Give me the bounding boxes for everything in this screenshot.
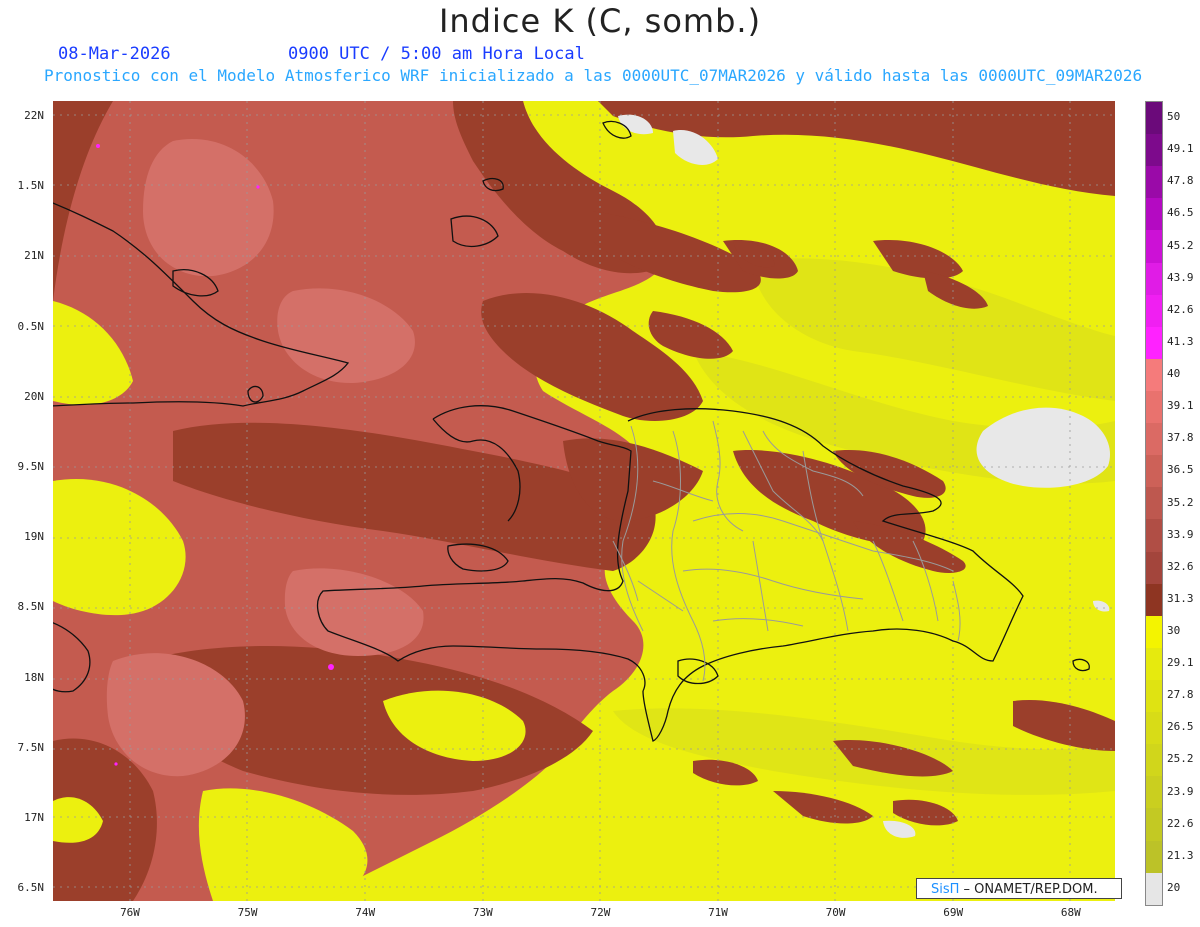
lon-label: 68W xyxy=(1060,906,1081,919)
colorbar-label: 43.9 xyxy=(1167,270,1194,284)
lon-label: 70W xyxy=(825,906,846,919)
lat-label: 19N xyxy=(24,530,44,544)
colorbar-label: 20 xyxy=(1167,880,1181,894)
model-description: Pronostico con el Modelo Atmosferico WRF… xyxy=(44,66,1143,85)
lat-label: 6.5N xyxy=(17,881,45,895)
colorbar-label: 46.5 xyxy=(1167,206,1194,220)
colorbar-label: 37.8 xyxy=(1167,431,1194,445)
colorbar-swatch xyxy=(1146,776,1162,809)
colorbar-swatch xyxy=(1146,134,1162,167)
colorbar-swatch xyxy=(1146,712,1162,745)
lon-label: 76W xyxy=(120,906,140,919)
lat-label: 21N xyxy=(24,249,44,263)
colorbar-swatch xyxy=(1146,102,1162,135)
lon-label: 74W xyxy=(355,906,376,919)
lon-label: 73W xyxy=(472,906,493,919)
colorbar-swatch xyxy=(1146,840,1162,873)
colorbar-swatch xyxy=(1146,326,1162,359)
colorbar-label: 41.3 xyxy=(1167,334,1194,348)
colorbar-swatch xyxy=(1146,198,1162,231)
forecast-time: 0900 UTC / 5:00 am Hora Local xyxy=(288,44,585,64)
colorbar-label: 31.3 xyxy=(1167,591,1194,605)
colorbar-swatch xyxy=(1146,487,1162,520)
lon-label: 69W xyxy=(943,906,964,919)
colorbar-swatch xyxy=(1146,615,1162,648)
colorbar-label: 49.1 xyxy=(1167,142,1194,156)
credit-org: – ONAMET/REP.DOM. xyxy=(959,882,1098,897)
colorbar-label: 29.1 xyxy=(1167,656,1194,670)
colorbar-label: 39.1 xyxy=(1167,399,1194,413)
colorbar-label: 47.8 xyxy=(1167,174,1194,188)
forecast-date: 08-Mar-2026 xyxy=(58,44,171,64)
lat-label: 22N xyxy=(24,109,44,122)
lon-label: 71W xyxy=(708,906,728,919)
colorbar-label: 23.9 xyxy=(1167,784,1194,798)
colorbar-swatch xyxy=(1146,872,1162,905)
lat-label: 20N xyxy=(24,389,44,403)
colorbar-swatch xyxy=(1146,455,1162,488)
colorbar-swatch xyxy=(1146,744,1162,777)
colorbar-swatch xyxy=(1146,423,1162,456)
colorbar-label: 22.6 xyxy=(1167,816,1194,830)
colorbar-label: 45.2 xyxy=(1167,238,1194,252)
colorbar-swatch xyxy=(1146,390,1162,424)
lat-label: 18N xyxy=(24,670,44,684)
colorbar-label: 40 xyxy=(1167,367,1181,381)
colorbar-swatch xyxy=(1146,358,1162,391)
colorbar-swatch xyxy=(1146,647,1162,680)
lat-label: 9.5N xyxy=(17,460,45,473)
credit-brand: SisΠ xyxy=(931,882,960,897)
colorbar-swatch xyxy=(1146,166,1162,199)
colorbar-swatch xyxy=(1146,519,1162,552)
colorbar-label: 32.6 xyxy=(1167,559,1194,573)
lat-label: 7.5N xyxy=(17,740,45,754)
colorbar-label: 26.5 xyxy=(1167,720,1194,734)
colorbar-label: 35.2 xyxy=(1167,495,1194,509)
lon-label: 72W xyxy=(590,906,611,919)
lat-label: 0.5N xyxy=(17,319,45,333)
lat-label: 17N xyxy=(24,811,44,824)
colorbar-label: 27.8 xyxy=(1167,688,1194,702)
colorbar-swatch xyxy=(1146,262,1162,295)
colorbar-label: 42.6 xyxy=(1167,302,1194,316)
lon-label: 75W xyxy=(237,906,258,919)
colorbar-label: 25.2 xyxy=(1167,752,1194,766)
colorbar-label: 50 xyxy=(1167,110,1181,124)
colorbar-swatch xyxy=(1146,230,1162,263)
colorbar-label: 33.9 xyxy=(1167,527,1194,541)
colorbar-swatch xyxy=(1146,679,1162,713)
colorbar-swatch xyxy=(1146,808,1162,841)
colorbar-swatch xyxy=(1146,583,1162,616)
colorbar-label: 21.3 xyxy=(1167,848,1194,862)
colorbar-label: 30 xyxy=(1167,623,1181,637)
k-index-map xyxy=(53,101,1115,901)
colorbar-label: 36.5 xyxy=(1167,463,1194,477)
credit-box: SisΠ – ONAMET/REP.DOM. xyxy=(916,878,1122,899)
lat-label: 8.5N xyxy=(17,600,45,614)
map-title: Indice K (C, somb.) xyxy=(438,2,762,40)
colorbar-swatch xyxy=(1146,294,1162,327)
colorbar-swatch xyxy=(1146,551,1162,584)
colorbar xyxy=(1145,101,1163,906)
lat-label: 1.5N xyxy=(17,179,45,193)
